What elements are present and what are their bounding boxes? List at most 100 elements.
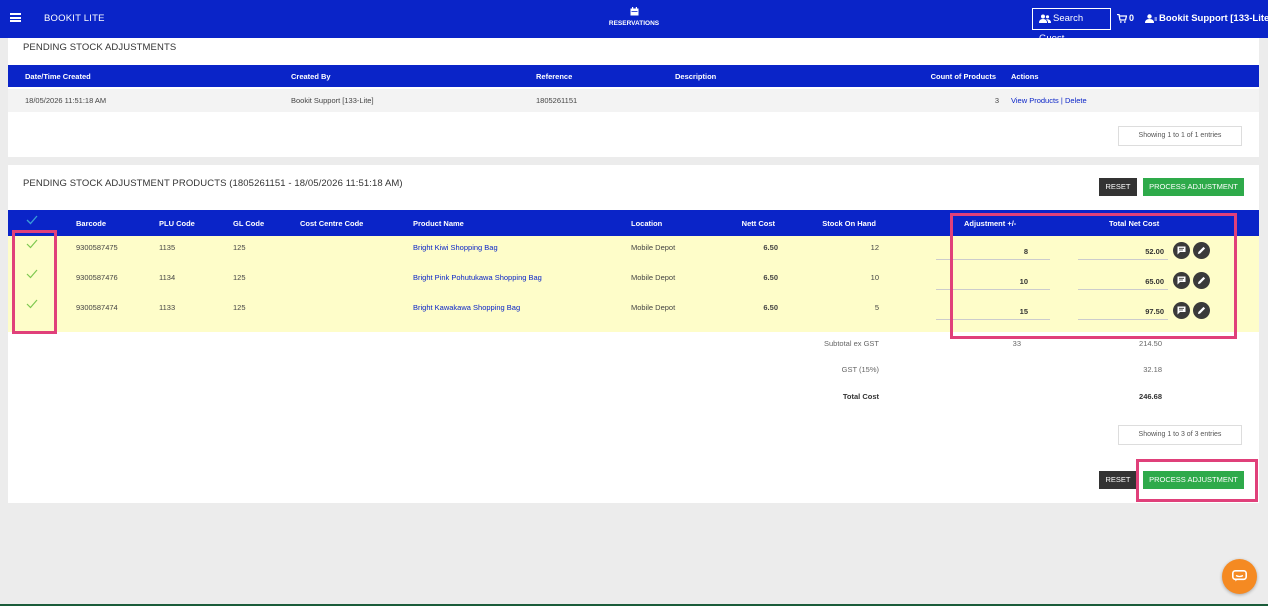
table-row: 18/05/2026 11:51:18 AM Bookit Support [1… (8, 89, 1259, 112)
chat-icon (1232, 570, 1247, 582)
col-product-name[interactable]: Product Name (413, 219, 464, 228)
cell-created-by: Bookit Support [133-Lite] (291, 96, 374, 105)
chat-widget-button[interactable] (1222, 559, 1257, 594)
pencil-icon (1198, 246, 1206, 254)
table-header: Date/Time Created Created By Reference D… (8, 65, 1259, 87)
col-reference[interactable]: Reference (536, 72, 572, 81)
cell-plu: 1134 (159, 273, 176, 282)
search-guest-button[interactable]: Search Guest (1032, 8, 1111, 44)
gst-value: 32.18 (1143, 365, 1162, 374)
total-cost-value: 246.68 (1139, 392, 1162, 401)
col-stock-on-hand[interactable]: Stock On Hand (798, 219, 876, 228)
cell-stock: 10 (870, 273, 879, 282)
col-cost-centre[interactable]: Cost Centre Code (300, 219, 363, 228)
adjustment-input[interactable]: 10 (936, 274, 1050, 290)
table-header: Barcode PLU Code GL Code Cost Centre Cod… (8, 210, 1259, 236)
total-cost-label: Total Cost (842, 392, 879, 401)
user-menu[interactable]: Bookit Support [133-Lite] (1145, 13, 1268, 24)
subtotal-qty: 33 (1012, 339, 1021, 348)
comment-icon (1177, 276, 1186, 285)
pencil-icon (1198, 306, 1206, 314)
cell-location: Mobile Depot (631, 303, 676, 312)
link-separator: | (1060, 96, 1063, 105)
col-count[interactable]: Count of Products (888, 72, 996, 81)
gst-label: GST (15%) (841, 365, 879, 374)
col-description[interactable]: Description (675, 72, 716, 81)
cell-nett-cost: 6.50 (763, 303, 778, 312)
col-datetime[interactable]: Date/Time Created (25, 72, 91, 81)
cell-datetime: 18/05/2026 11:51:18 AM (25, 96, 107, 105)
panel-title: PENDING STOCK ADJUSTMENTS (23, 42, 177, 53)
total-net-cost-input[interactable]: 97.50 (1078, 304, 1168, 320)
product-name-link[interactable]: Bright Kiwi Shopping Bag (413, 243, 498, 252)
table-row[interactable]: 9300587476 1134 125 Bright Pink Pohutuka… (8, 266, 1259, 296)
product-name-link[interactable]: Bright Kawakawa Shopping Bag (413, 303, 520, 312)
cell-location: Mobile Depot (631, 243, 676, 252)
process-adjustment-button[interactable]: PROCESS ADJUSTMENT (1143, 471, 1244, 489)
cell-gl: 125 (233, 303, 246, 312)
top-navbar: BOOKIT LITE RESERVATIONS Search Guest 0 … (0, 0, 1268, 44)
col-created-by[interactable]: Created By (291, 72, 331, 81)
cell-plu: 1135 (159, 243, 176, 252)
col-adjustment[interactable]: Adjustment +/- (964, 219, 1016, 228)
check-icon[interactable] (26, 299, 38, 309)
cell-barcode: 9300587475 (76, 243, 118, 252)
col-location[interactable]: Location (631, 219, 662, 228)
cart-icon (1117, 13, 1128, 23)
delete-link[interactable]: Delete (1065, 96, 1087, 105)
pending-adjustments-panel: PENDING STOCK ADJUSTMENTS Date/Time Crea… (8, 38, 1259, 157)
cell-gl: 125 (233, 273, 246, 282)
table-row[interactable]: 9300587474 1133 125 Bright Kawakawa Shop… (8, 296, 1259, 326)
panel-title: PENDING STOCK ADJUSTMENT PRODUCTS (18052… (23, 178, 403, 189)
col-barcode[interactable]: Barcode (76, 219, 106, 228)
process-adjustment-button[interactable]: PROCESS ADJUSTMENT (1143, 178, 1244, 196)
table-row[interactable]: 9300587475 1135 125 Bright Kiwi Shopping… (8, 236, 1259, 266)
reset-button[interactable]: RESET (1099, 471, 1137, 489)
comment-button[interactable] (1173, 242, 1190, 259)
edit-button[interactable] (1193, 242, 1210, 259)
brand-title[interactable]: BOOKIT LITE (44, 13, 105, 24)
cell-location: Mobile Depot (631, 273, 676, 282)
cell-gl: 125 (233, 243, 246, 252)
adjustment-input[interactable]: 8 (936, 244, 1050, 260)
total-net-cost-input[interactable]: 65.00 (1078, 274, 1168, 290)
product-name-link[interactable]: Bright Pink Pohutukawa Shopping Bag (413, 273, 542, 282)
cell-count: 3 (994, 96, 999, 105)
adjustment-input[interactable]: 15 (936, 304, 1050, 320)
cell-stock: 5 (874, 303, 879, 312)
edit-button[interactable] (1193, 272, 1210, 289)
cell-barcode: 9300587476 (76, 273, 118, 282)
check-icon[interactable] (26, 239, 38, 249)
cart-button[interactable]: 0 (1117, 13, 1134, 23)
calendar-icon (630, 7, 638, 16)
cell-barcode: 9300587474 (76, 303, 118, 312)
select-all-check-icon[interactable] (26, 215, 38, 225)
menu-icon[interactable] (10, 13, 21, 22)
cell-reference: 1805261151 (536, 96, 578, 105)
subtotal-value: 214.50 (1139, 339, 1162, 348)
col-actions: Actions (1011, 72, 1039, 81)
entries-info: Showing 1 to 1 of 1 entries (1118, 126, 1242, 146)
view-products-link[interactable]: View Products (1011, 96, 1059, 105)
adjustment-products-panel: PENDING STOCK ADJUSTMENT PRODUCTS (18052… (8, 165, 1259, 503)
col-total-net-cost[interactable]: Total Net Cost (1109, 219, 1159, 228)
product-rows: 9300587475 1135 125 Bright Kiwi Shopping… (8, 236, 1259, 332)
cell-nett-cost: 6.50 (763, 243, 778, 252)
cell-stock: 12 (870, 243, 879, 252)
check-icon[interactable] (26, 269, 38, 279)
edit-button[interactable] (1193, 302, 1210, 319)
users-icon (1039, 14, 1051, 23)
comment-icon (1177, 306, 1186, 315)
total-net-cost-input[interactable]: 52.00 (1078, 244, 1168, 260)
pencil-icon (1198, 276, 1206, 284)
col-gl[interactable]: GL Code (233, 219, 264, 228)
entries-info: Showing 1 to 3 of 3 entries (1118, 425, 1242, 445)
cell-nett-cost: 6.50 (763, 273, 778, 282)
comment-button[interactable] (1173, 302, 1190, 319)
col-plu[interactable]: PLU Code (159, 219, 195, 228)
col-nett-cost[interactable]: Nett Cost (708, 219, 775, 228)
subtotal-label: Subtotal ex GST (823, 339, 879, 348)
nav-reservations[interactable]: RESERVATIONS (596, 7, 672, 27)
comment-button[interactable] (1173, 272, 1190, 289)
reset-button[interactable]: RESET (1099, 178, 1137, 196)
